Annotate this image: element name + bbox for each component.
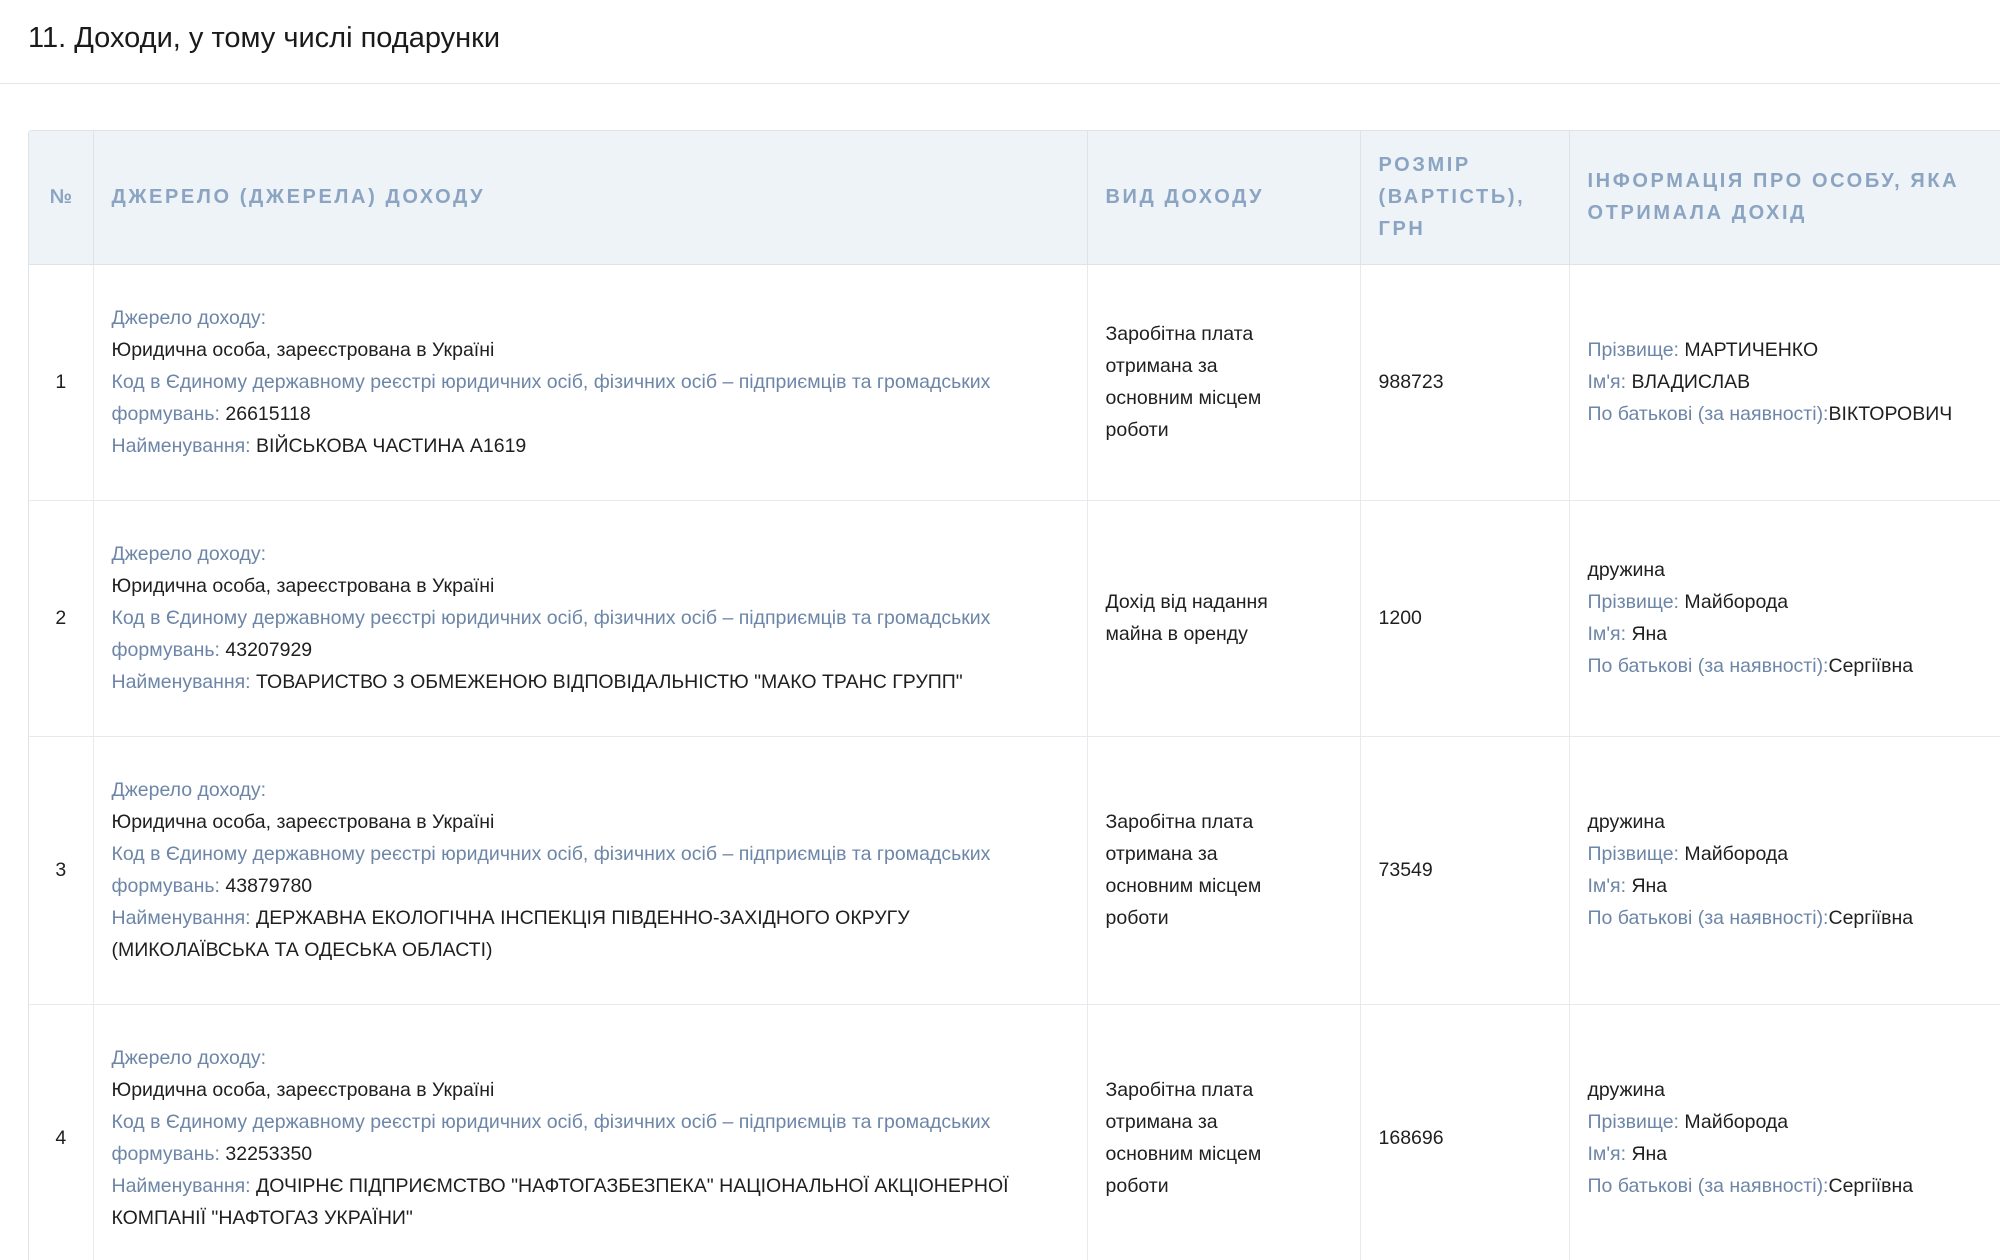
surname-label: Прізвище: <box>1588 1111 1679 1133</box>
row-number: 3 <box>29 736 93 1004</box>
amount-cell: 168696 <box>1360 1004 1569 1260</box>
table-row: 2 Джерело доходу: Юридична особа, зареєс… <box>29 500 2000 736</box>
amount-value: 988723 <box>1379 371 1444 393</box>
first-name-value: Яна <box>1631 623 1667 645</box>
surname-label: Прізвище: <box>1588 339 1679 361</box>
first-name-label: Ім'я: <box>1588 1143 1627 1165</box>
registry-code-value: 32253350 <box>225 1143 312 1165</box>
first-name-value: ВЛАДИСЛАВ <box>1631 371 1750 393</box>
table-header-row: № Джерело (джерела) доходу Вид доходу Ро… <box>29 131 2000 264</box>
section-header: 11. Доходи, у тому числі подарунки <box>0 0 2000 84</box>
header-recipient-label: Інформація про особу, яка отримала дохід <box>1588 165 1968 229</box>
patronymic-value: Сергіївна <box>1828 1175 1913 1197</box>
entity-name-value: ТОВАРИСТВО З ОБМЕЖЕНОЮ ВІДПОВІДАЛЬНІСТЮ … <box>256 671 963 693</box>
entity-type: Юридична особа, зареєстрована в Україні <box>112 570 1069 602</box>
entity-type: Юридична особа, зареєстрована в Україні <box>112 806 1069 838</box>
row-number-value: 2 <box>55 607 66 629</box>
patronymic-value: ВІКТОРОВИЧ <box>1828 403 1952 425</box>
income-type-cell: Заробітна плата отримана за основним міс… <box>1087 736 1360 1004</box>
income-type-cell: Заробітна плата отримана за основним міс… <box>1087 1004 1360 1260</box>
registry-code-value: 26615118 <box>225 403 310 425</box>
header-income-type: Вид доходу <box>1087 131 1360 264</box>
page-title: 11. Доходи, у тому числі подарунки <box>28 20 500 56</box>
recipient-cell: дружина Прізвище: Майборода Ім'я: Яна По… <box>1569 1004 2000 1260</box>
first-name-label: Ім'я: <box>1588 875 1627 897</box>
income-type-value: Заробітна плата отримана за основним міс… <box>1106 318 1286 446</box>
row-number-value: 4 <box>55 1127 66 1149</box>
source-header-label: Джерело доходу: <box>112 302 1069 334</box>
header-number: № <box>29 131 93 264</box>
row-number: 4 <box>29 1004 93 1260</box>
surname-value: МАРТИЧЕНКО <box>1684 339 1818 361</box>
amount-value: 1200 <box>1379 607 1422 629</box>
first-name-label: Ім'я: <box>1588 623 1627 645</box>
patronymic-value: Сергіївна <box>1828 655 1913 677</box>
amount-value: 73549 <box>1379 859 1433 881</box>
header-amount-label: Розмір (вартість), грн <box>1379 149 1529 245</box>
row-number-value: 3 <box>55 859 66 881</box>
registry-code-value: 43879780 <box>225 875 312 897</box>
income-type-cell: Дохід від надання майна в оренду <box>1087 500 1360 736</box>
entity-name-label: Найменування: <box>112 435 251 457</box>
entity-name-label: Найменування: <box>112 671 251 693</box>
recipient-cell: дружина Прізвище: Майборода Ім'я: Яна По… <box>1569 736 2000 1004</box>
source-header-label: Джерело доходу: <box>112 538 1069 570</box>
entity-name-value: ВІЙСЬКОВА ЧАСТИНА А1619 <box>256 435 526 457</box>
recipient-cell: дружина Прізвище: Майборода Ім'я: Яна По… <box>1569 500 2000 736</box>
income-source-cell: Джерело доходу: Юридична особа, зареєстр… <box>93 264 1087 500</box>
income-type-cell: Заробітна плата отримана за основним міс… <box>1087 264 1360 500</box>
income-source-cell: Джерело доходу: Юридична особа, зареєстр… <box>93 736 1087 1004</box>
source-header-label: Джерело доходу: <box>112 1042 1069 1074</box>
registry-code-value: 43207929 <box>225 639 312 661</box>
first-name-value: Яна <box>1631 1143 1667 1165</box>
entity-type: Юридична особа, зареєстрована в Україні <box>112 334 1069 366</box>
header-income-source: Джерело (джерела) доходу <box>93 131 1087 264</box>
patronymic-label: По батькові (за наявності): <box>1588 403 1829 425</box>
surname-label: Прізвище: <box>1588 591 1679 613</box>
patronymic-value: Сергіївна <box>1828 907 1913 929</box>
income-type-value: Заробітна плата отримана за основним міс… <box>1106 806 1286 934</box>
patronymic-label: По батькові (за наявності): <box>1588 655 1829 677</box>
relation-value: дружина <box>1588 1074 2000 1106</box>
table-row: 1 Джерело доходу: Юридична особа, зареєс… <box>29 264 2000 500</box>
surname-value: Майборода <box>1684 591 1788 613</box>
income-source-cell: Джерело доходу: Юридична особа, зареєстр… <box>93 500 1087 736</box>
income-table-container: № Джерело (джерела) доходу Вид доходу Ро… <box>28 130 2000 1260</box>
income-type-value: Заробітна плата отримана за основним міс… <box>1106 1074 1286 1202</box>
income-source-cell: Джерело доходу: Юридична особа, зареєстр… <box>93 1004 1087 1260</box>
surname-value: Майборода <box>1684 843 1788 865</box>
patronymic-label: По батькові (за наявності): <box>1588 907 1829 929</box>
recipient-cell: Прізвище: МАРТИЧЕНКО Ім'я: ВЛАДИСЛАВ По … <box>1569 264 2000 500</box>
first-name-value: Яна <box>1631 875 1667 897</box>
first-name-label: Ім'я: <box>1588 371 1627 393</box>
amount-cell: 988723 <box>1360 264 1569 500</box>
row-number-value: 1 <box>55 371 66 393</box>
row-number: 2 <box>29 500 93 736</box>
table-row: 3 Джерело доходу: Юридична особа, зареєс… <box>29 736 2000 1004</box>
header-amount: Розмір (вартість), грн <box>1360 131 1569 264</box>
row-number: 1 <box>29 264 93 500</box>
header-recipient-info: Інформація про особу, яка отримала дохід <box>1569 131 2000 264</box>
relation-value: дружина <box>1588 554 2000 586</box>
surname-value: Майборода <box>1684 1111 1788 1133</box>
surname-label: Прізвище: <box>1588 843 1679 865</box>
amount-value: 168696 <box>1379 1127 1444 1149</box>
amount-cell: 1200 <box>1360 500 1569 736</box>
entity-type: Юридична особа, зареєстрована в Україні <box>112 1074 1069 1106</box>
patronymic-label: По батькові (за наявності): <box>1588 1175 1829 1197</box>
income-type-value: Дохід від надання майна в оренду <box>1106 586 1286 650</box>
source-header-label: Джерело доходу: <box>112 774 1069 806</box>
entity-name-label: Найменування: <box>112 907 251 929</box>
amount-cell: 73549 <box>1360 736 1569 1004</box>
income-table: № Джерело (джерела) доходу Вид доходу Ро… <box>29 131 2000 1260</box>
entity-name-label: Найменування: <box>112 1175 251 1197</box>
table-row: 4 Джерело доходу: Юридична особа, зареєс… <box>29 1004 2000 1260</box>
relation-value: дружина <box>1588 806 2000 838</box>
